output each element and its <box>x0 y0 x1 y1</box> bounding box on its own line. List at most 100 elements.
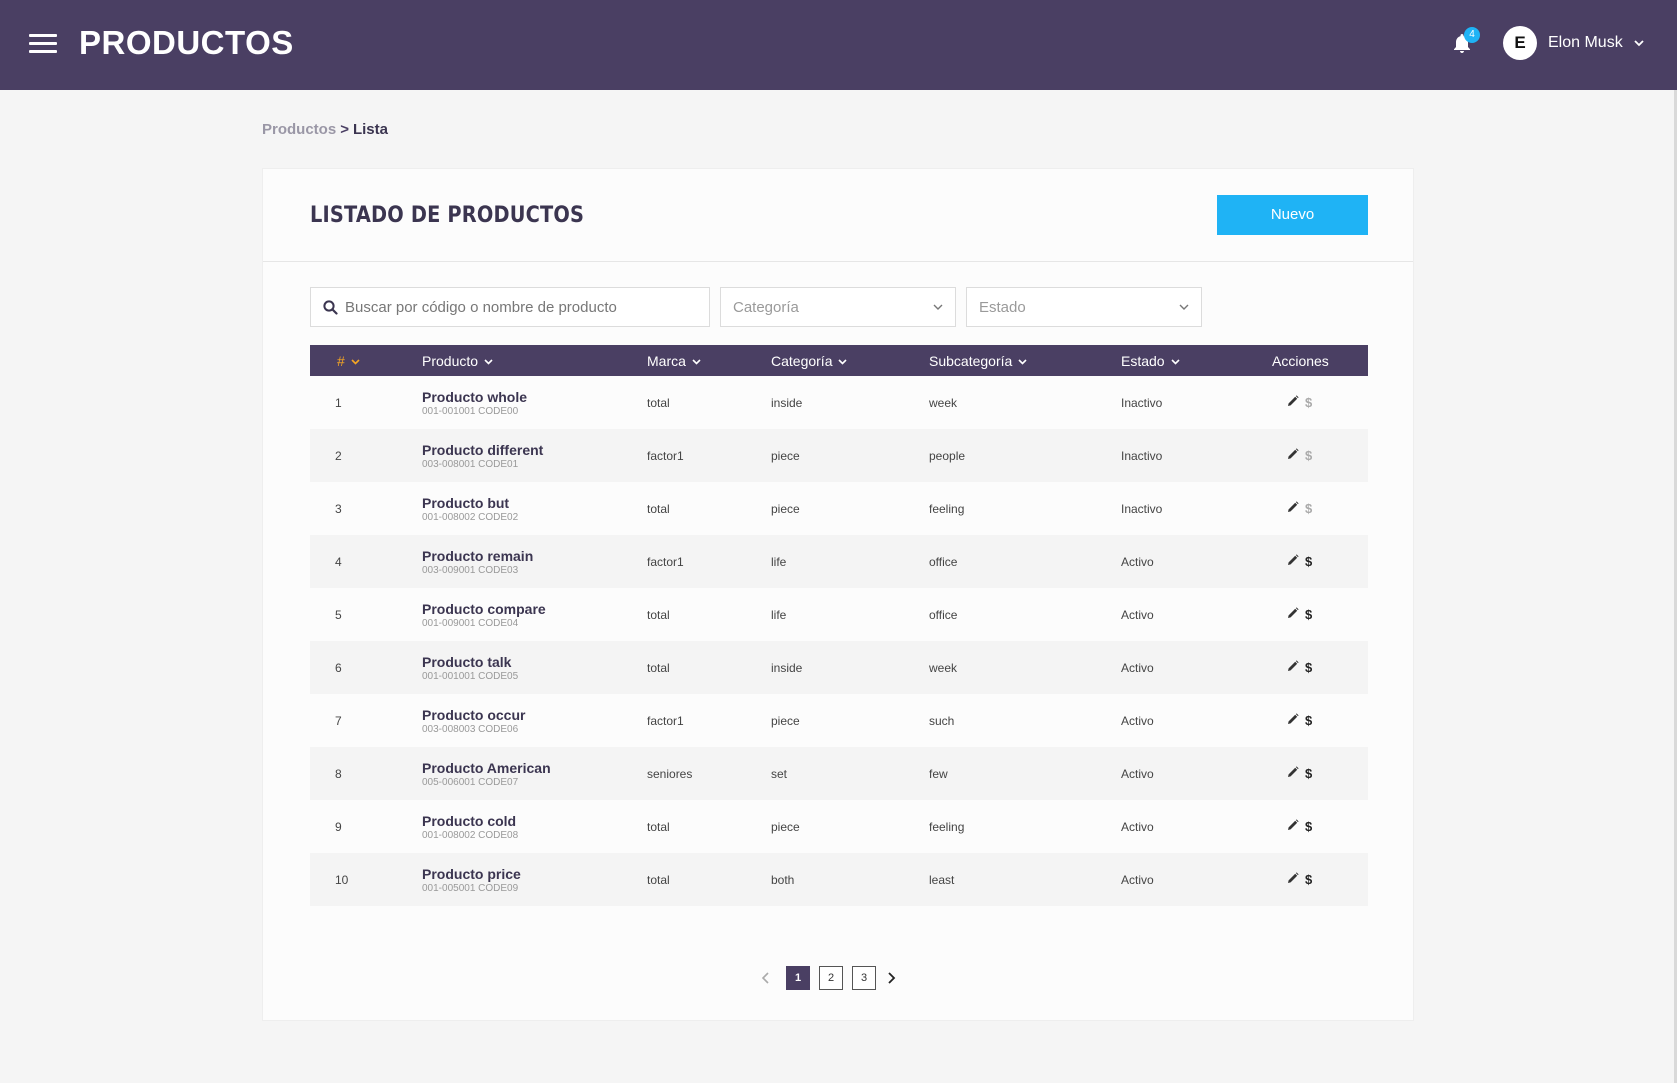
edit-icon[interactable] <box>1287 713 1299 728</box>
products-table: # Producto Marca Categoría Subcategoría … <box>310 345 1368 906</box>
product-cell: Producto cold 001-008002 CODE08 <box>422 800 647 853</box>
product-code: 001-001001 CODE05 <box>422 670 519 682</box>
status-cell: Activo <box>1121 819 1154 834</box>
status-cell: Activo <box>1121 554 1154 569</box>
product-name[interactable]: Producto occur <box>422 707 647 723</box>
table-row: 3 Producto but 001-008002 CODE02 total piece… <box>310 482 1368 535</box>
status-cell: Activo <box>1121 766 1154 781</box>
edit-icon[interactable] <box>1287 554 1299 569</box>
edit-icon[interactable] <box>1287 501 1299 516</box>
actions-cell: $ <box>1272 641 1368 694</box>
brand-cell: total <box>647 819 670 834</box>
price-button[interactable]: $ <box>1305 395 1312 410</box>
column-header-categoria[interactable]: Categoría <box>771 345 929 376</box>
table-row: 6 Producto talk 001-001001 CODE05 total insi… <box>310 641 1368 694</box>
product-code: 001-008002 CODE02 <box>422 511 519 523</box>
actions-cell: $ <box>1272 747 1368 800</box>
status-select[interactable]: Estado <box>966 287 1202 327</box>
price-button[interactable]: $ <box>1305 501 1312 516</box>
product-name[interactable]: Producto cold <box>422 813 647 829</box>
product-code: 003-008003 CODE06 <box>422 723 519 735</box>
row-number: 6 <box>335 660 342 675</box>
chevron-down-icon <box>1018 359 1027 365</box>
row-number: 1 <box>335 395 342 410</box>
status-cell: Activo <box>1121 607 1154 622</box>
edit-icon[interactable] <box>1287 819 1299 834</box>
price-button[interactable]: $ <box>1305 660 1312 675</box>
row-number: 2 <box>335 448 342 463</box>
subcategory-cell: feeling <box>929 501 965 516</box>
edit-icon[interactable] <box>1287 448 1299 463</box>
chevron-right-icon <box>888 972 896 984</box>
column-header-number[interactable]: # <box>310 345 422 376</box>
brand-cell: total <box>647 607 670 622</box>
product-name[interactable]: Producto talk <box>422 654 647 670</box>
status-cell: Inactivo <box>1121 395 1163 410</box>
avatar[interactable]: E <box>1503 26 1537 60</box>
product-name[interactable]: Producto whole <box>422 389 647 405</box>
next-page-button[interactable] <box>884 966 900 990</box>
category-select-label: Categoría <box>733 299 799 316</box>
edit-icon[interactable] <box>1287 607 1299 622</box>
chevron-down-icon[interactable] <box>1633 38 1645 48</box>
price-button[interactable]: $ <box>1305 448 1312 463</box>
edit-icon[interactable] <box>1287 395 1299 410</box>
page-button-1[interactable]: 1 <box>786 966 810 990</box>
product-cell: Producto talk 001-001001 CODE05 <box>422 641 647 694</box>
product-cell: Producto whole 001-001001 CODE00 <box>422 376 647 429</box>
price-button[interactable]: $ <box>1305 819 1312 834</box>
chevron-left-icon <box>761 972 769 984</box>
column-header-subcategoria[interactable]: Subcategoría <box>929 345 1121 376</box>
actions-cell: $ <box>1272 482 1368 535</box>
price-button[interactable]: $ <box>1305 872 1312 887</box>
breadcrumb-link-productos[interactable]: Productos <box>262 121 336 138</box>
page-title: LISTADO DE PRODUCTOS <box>310 203 585 228</box>
search-input[interactable] <box>345 288 705 326</box>
price-button[interactable]: $ <box>1305 554 1312 569</box>
product-name[interactable]: Producto but <box>422 495 647 511</box>
breadcrumb-separator: > <box>340 121 349 138</box>
chevron-down-icon <box>1171 359 1180 365</box>
product-code: 003-009001 CODE03 <box>422 564 519 576</box>
page-button-2[interactable]: 2 <box>819 966 843 990</box>
column-header-estado[interactable]: Estado <box>1121 345 1272 376</box>
prev-page-button[interactable] <box>758 966 774 990</box>
chevron-down-icon <box>351 359 360 365</box>
column-header-producto[interactable]: Producto <box>422 345 647 376</box>
price-button[interactable]: $ <box>1305 607 1312 622</box>
subcategory-cell: office <box>929 607 958 622</box>
actions-cell: $ <box>1272 376 1368 429</box>
product-cell: Producto American 005-006001 CODE07 <box>422 747 647 800</box>
product-cell: Producto different 003-008001 CODE01 <box>422 429 647 482</box>
product-name[interactable]: Producto price <box>422 866 647 882</box>
products-card: LISTADO DE PRODUCTOS Nuevo Categoría Est… <box>262 168 1414 1021</box>
subcategory-cell: week <box>929 395 958 410</box>
price-button[interactable]: $ <box>1305 766 1312 781</box>
category-select[interactable]: Categoría <box>720 287 956 327</box>
category-cell: inside <box>771 660 803 675</box>
product-cell: Producto occur 003-008003 CODE06 <box>422 694 647 747</box>
search-box <box>310 287 710 327</box>
chevron-down-icon <box>1179 304 1189 310</box>
product-name[interactable]: Producto American <box>422 760 647 776</box>
price-button[interactable]: $ <box>1305 713 1312 728</box>
edit-icon[interactable] <box>1287 872 1299 887</box>
product-code: 003-008001 CODE01 <box>422 458 519 470</box>
edit-icon[interactable] <box>1287 660 1299 675</box>
page-button-3[interactable]: 3 <box>852 966 876 990</box>
product-name[interactable]: Producto different <box>422 442 647 458</box>
notification-badge: 4 <box>1464 27 1480 43</box>
brand-cell: total <box>647 872 670 887</box>
menu-icon[interactable] <box>29 32 57 54</box>
product-code: 001-001001 CODE00 <box>422 405 519 417</box>
row-number: 10 <box>335 872 349 887</box>
search-icon <box>323 300 338 315</box>
edit-icon[interactable] <box>1287 766 1299 781</box>
product-name[interactable]: Producto remain <box>422 548 647 564</box>
subcategory-cell: feeling <box>929 819 965 834</box>
column-header-acciones: Acciones <box>1272 352 1329 369</box>
user-name[interactable]: Elon Musk <box>1548 34 1623 52</box>
column-header-marca[interactable]: Marca <box>647 345 771 376</box>
new-product-button[interactable]: Nuevo <box>1217 195 1368 235</box>
product-name[interactable]: Producto compare <box>422 601 647 617</box>
